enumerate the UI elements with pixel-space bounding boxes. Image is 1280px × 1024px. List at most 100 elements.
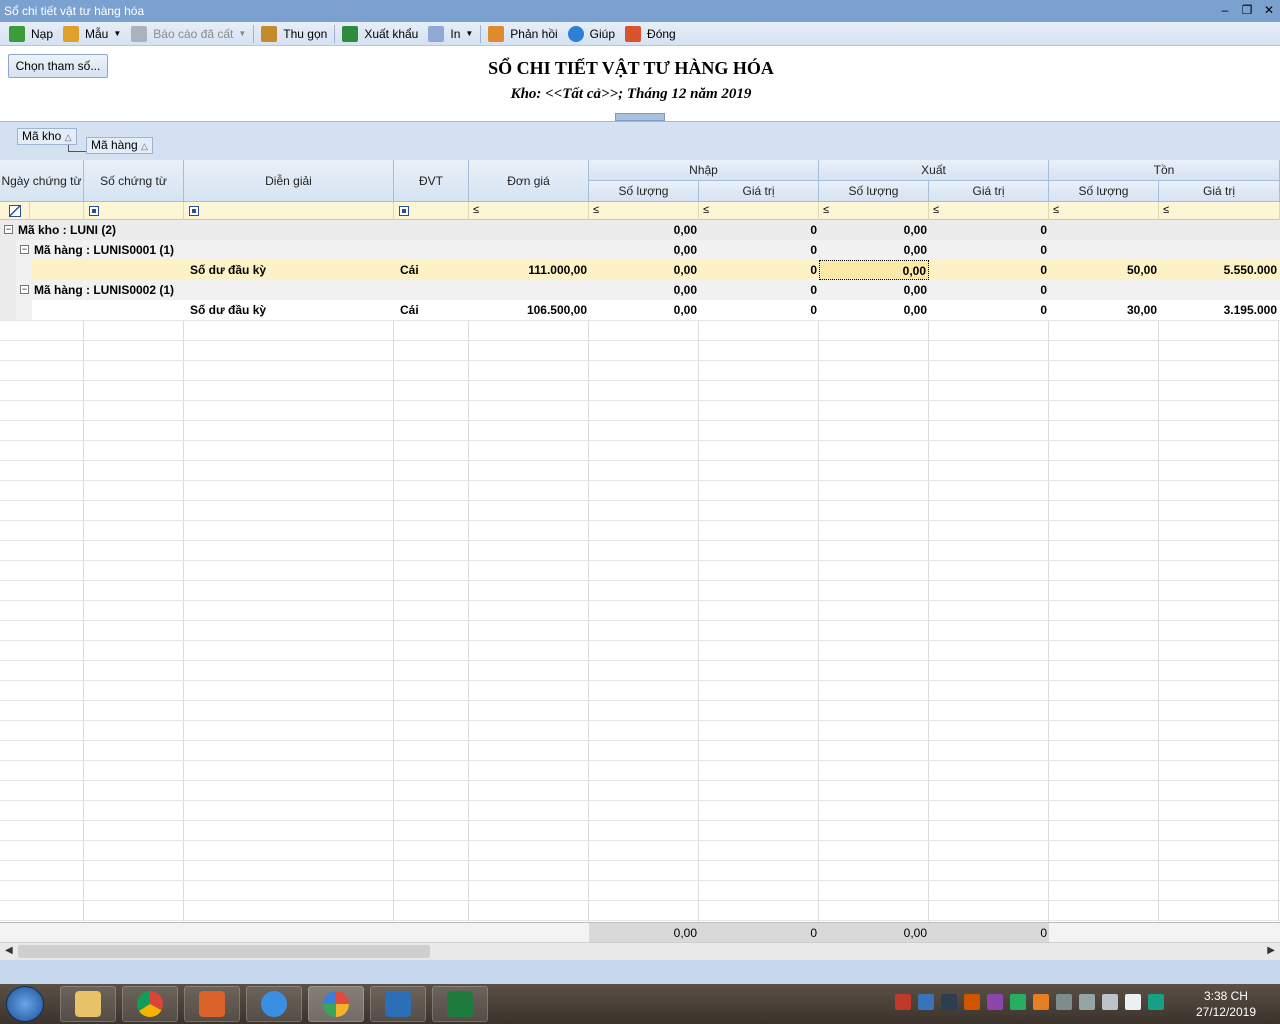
group-row-warehouse[interactable]: − Mã kho : LUNI (2) 0,00 0 0,00 0 — [0, 220, 1280, 240]
filter-xuat-so-luong[interactable]: ≤ — [819, 202, 929, 220]
group-row-item[interactable]: − Mã hàng : LUNIS0001 (1) 0,00 0 0,00 0 — [0, 240, 1280, 260]
export-label: Xuất khẩu — [364, 26, 419, 41]
horizontal-scrollbar[interactable]: ◀ ▶ — [0, 942, 1280, 960]
taskbar-explorer[interactable] — [60, 986, 116, 1022]
header-ngay-chung-tu[interactable]: Ngày chứng từ — [0, 160, 84, 202]
tray-keyboard-icon[interactable] — [941, 994, 957, 1010]
filter-don-gia[interactable]: ≤ — [469, 202, 589, 220]
tray-language-icon[interactable] — [1148, 994, 1164, 1010]
table-row[interactable]: Số dư đầu kỳ Cái 106.500,00 0,00 0 0,00 … — [0, 300, 1280, 320]
filter-so-chung-tu[interactable] — [84, 202, 184, 220]
tray-update-icon[interactable] — [1033, 994, 1049, 1010]
header-nhap-so-luong[interactable]: Số lượng — [589, 181, 699, 202]
saved-reports-label: Báo cáo đã cất — [153, 26, 234, 41]
tray-network-icon[interactable] — [1102, 994, 1118, 1010]
header-ton-so-luong[interactable]: Số lượng — [1049, 181, 1159, 202]
collapse-icon[interactable]: − — [4, 225, 13, 234]
toolbar-separator — [480, 24, 482, 43]
grid-line — [0, 560, 1280, 561]
taskbar-excel[interactable] — [432, 986, 488, 1022]
print-button[interactable]: In ▼ — [423, 23, 478, 45]
restore-icon[interactable]: ❐ — [1240, 2, 1254, 18]
collapse-button[interactable]: Thu gọn — [256, 23, 332, 45]
collapse-icon — [261, 25, 278, 42]
tray-misa-icon[interactable] — [918, 994, 934, 1010]
cell-ton-so-luong: 30,00 — [1126, 303, 1157, 317]
tray-v-icon[interactable] — [895, 994, 911, 1010]
header-don-gia[interactable]: Đơn giá — [469, 160, 589, 202]
taskbar-misa[interactable] — [370, 986, 426, 1022]
sort-asc-icon: △ — [141, 141, 148, 151]
header-dvt[interactable]: ĐVT — [394, 160, 469, 202]
reload-button[interactable]: Nạp — [4, 23, 58, 45]
collapse-icon[interactable]: − — [20, 245, 29, 254]
feedback-button[interactable]: Phản hồi — [483, 23, 562, 45]
close-icon[interactable]: ✕ — [1262, 2, 1276, 18]
filter-ton-gia-tri[interactable]: ≤ — [1159, 202, 1280, 220]
filter-dien-giai[interactable] — [184, 202, 394, 220]
tray-teamviewer-icon[interactable] — [987, 994, 1003, 1010]
feedback-label: Phản hồi — [510, 26, 558, 41]
tray-security-icon[interactable] — [1010, 994, 1026, 1010]
tray-printer-icon[interactable] — [1056, 994, 1072, 1010]
window-titlebar: Sổ chi tiết vật tư hàng hóa – ❐ ✕ — [0, 0, 1280, 22]
taskbar-unikey[interactable] — [184, 986, 240, 1022]
filter-clear-button[interactable] — [0, 202, 30, 220]
taskbar-ie[interactable] — [246, 986, 302, 1022]
collapse-icon[interactable]: − — [20, 285, 29, 294]
grid-line — [0, 760, 1280, 761]
scroll-right-icon[interactable]: ▶ — [1267, 945, 1275, 956]
export-button[interactable]: Xuất khẩu — [337, 23, 423, 45]
scrollbar-thumb[interactable] — [18, 945, 430, 958]
printer-icon — [428, 25, 445, 42]
header-xuat: Xuất — [819, 160, 1049, 181]
tray-flag-icon[interactable] — [1079, 994, 1095, 1010]
filter-ton-so-luong[interactable]: ≤ — [1049, 202, 1159, 220]
scroll-left-icon[interactable]: ◀ — [5, 945, 13, 956]
taskbar-chrome[interactable] — [122, 986, 178, 1022]
header-xuat-gia-tri[interactable]: Giá trị — [929, 181, 1049, 202]
group-xuat-so-luong: 0,00 — [903, 223, 927, 237]
help-button[interactable]: Giúp — [563, 23, 620, 45]
data-grid: Ngày chứng từ Số chứng từ Diễn giải ĐVT … — [0, 160, 1280, 943]
close-button[interactable]: Đóng — [620, 23, 681, 45]
header-nhap-gia-tri[interactable]: Giá trị — [699, 181, 819, 202]
taskbar-clock[interactable]: 3:38 CH 27/12/2019 — [1196, 988, 1256, 1020]
group-indent — [0, 240, 16, 320]
cell-nhap-gia-tri: 0 — [810, 303, 817, 317]
table-row[interactable]: Số dư đầu kỳ Cái 111.000,00 0,00 0 0,00 … — [0, 260, 1280, 280]
footer-nhap-gia-tri: 0 — [810, 926, 817, 940]
saved-reports-button[interactable]: Báo cáo đã cất ▼ — [126, 23, 251, 45]
header-ton-gia-tri[interactable]: Giá trị — [1159, 181, 1280, 202]
filter-nhap-gia-tri[interactable]: ≤ — [699, 202, 819, 220]
filter-xuat-gia-tri[interactable]: ≤ — [929, 202, 1049, 220]
grid-line — [0, 320, 1280, 321]
cell-dvt: Cái — [400, 263, 419, 277]
group-chip-item[interactable]: Mã hàng △ — [86, 137, 153, 154]
filter-nhap-so-luong[interactable]: ≤ — [589, 202, 699, 220]
group-xuat-so-luong: 0,00 — [903, 243, 927, 257]
cell-xuat-so-luong-focused[interactable]: 0,00 — [819, 260, 929, 280]
tray-audio-icon[interactable] — [964, 994, 980, 1010]
group-row-item[interactable]: − Mã hàng : LUNIS0002 (1) 0,00 0 0,00 0 — [0, 280, 1280, 300]
minimize-icon[interactable]: – — [1218, 2, 1232, 18]
start-button[interactable] — [6, 986, 44, 1022]
cell-ton-so-luong: 50,00 — [1126, 263, 1157, 277]
group-nhap-gia-tri: 0 — [810, 243, 817, 257]
header-xuat-so-luong[interactable]: Số lượng — [819, 181, 929, 202]
grid-line — [0, 500, 1280, 501]
header-dien-giai[interactable]: Diễn giải — [184, 160, 394, 202]
group-chip-warehouse[interactable]: Mã kho △ — [17, 128, 77, 145]
template-button[interactable]: Mẫu ▼ — [58, 23, 126, 45]
group-nhap-gia-tri: 0 — [810, 223, 817, 237]
taskbar-picasa[interactable] — [308, 986, 364, 1022]
cell-xuat-gia-tri: 0 — [1040, 263, 1047, 277]
header-so-chung-tu[interactable]: Số chứng từ — [84, 160, 184, 202]
filter-dvt[interactable] — [394, 202, 469, 220]
filter-ngay-chung-tu[interactable] — [30, 202, 84, 220]
collapse-header-handle[interactable] — [615, 113, 665, 121]
tray-volume-icon[interactable] — [1125, 994, 1141, 1010]
grid-line — [588, 220, 589, 943]
grid-line — [0, 660, 1280, 661]
grid-line — [183, 220, 184, 943]
